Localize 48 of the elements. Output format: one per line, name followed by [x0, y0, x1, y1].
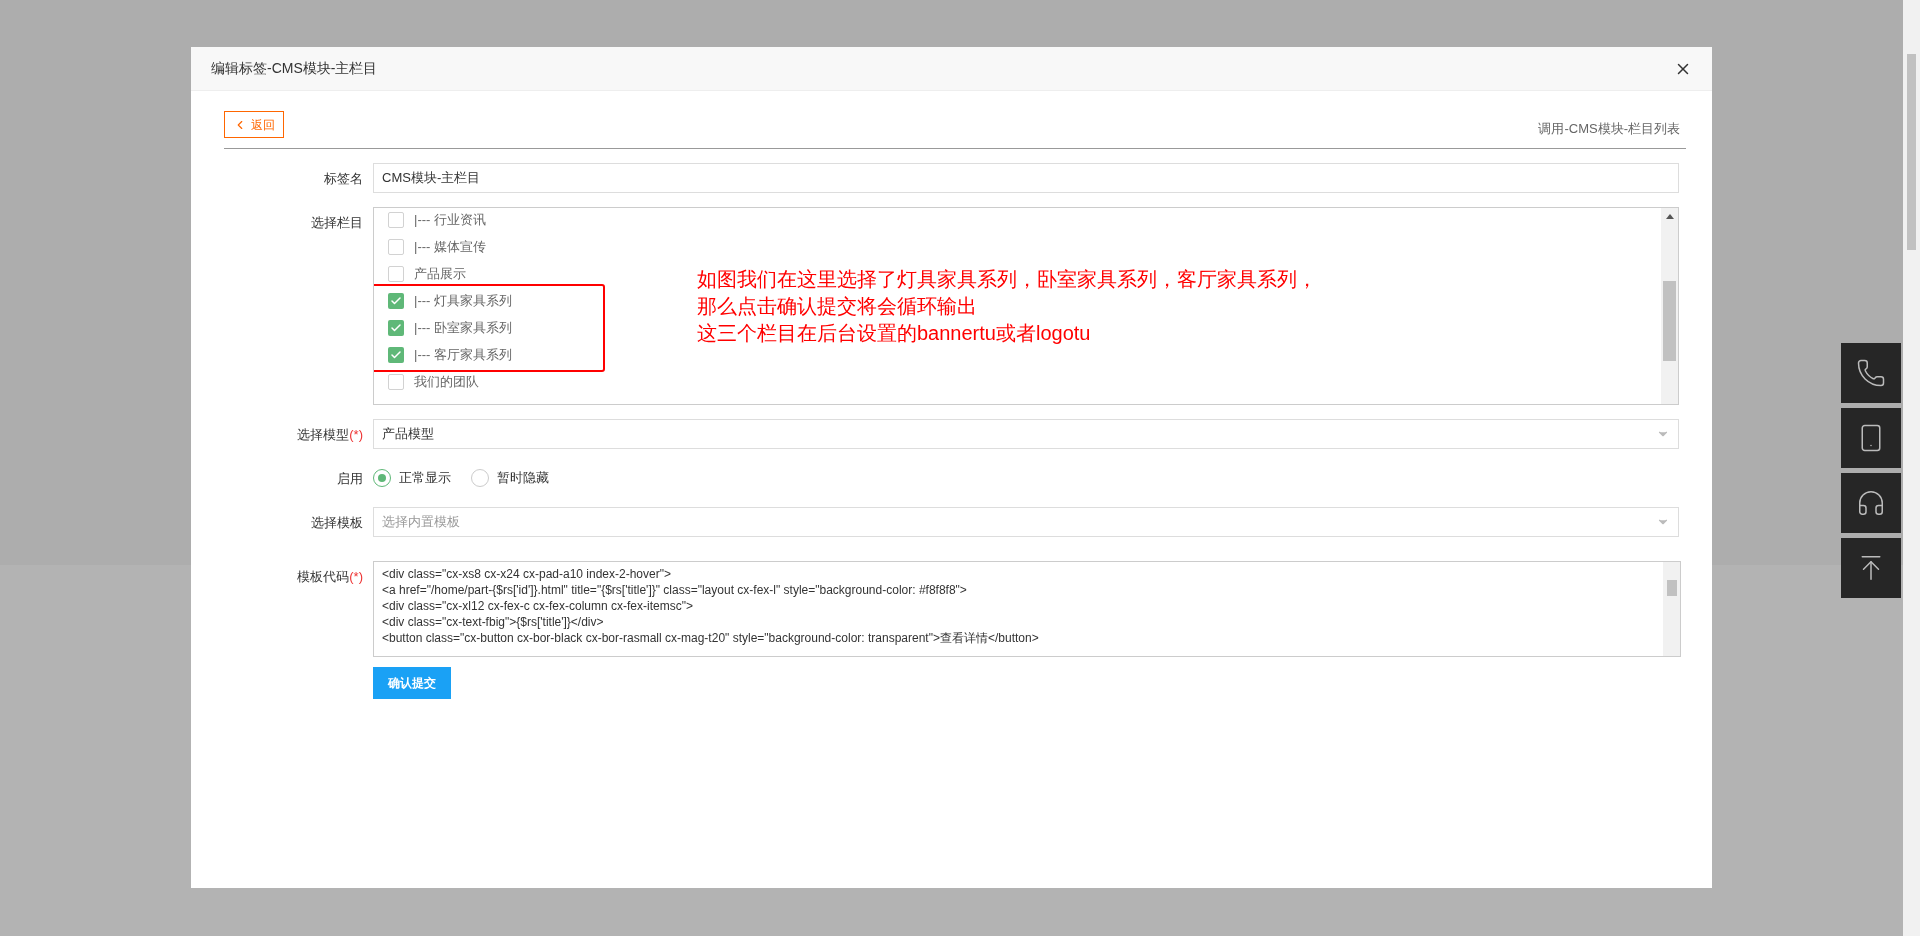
checkbox[interactable] — [388, 266, 404, 282]
checkbox[interactable] — [388, 239, 404, 255]
check-icon — [390, 322, 402, 334]
back-to-top-button[interactable] — [1841, 538, 1901, 598]
phone-icon — [1856, 358, 1886, 388]
page-scrollbar[interactable] — [1903, 0, 1920, 936]
tag-name-field[interactable]: CMS模块-主栏目 — [373, 163, 1679, 193]
code-textarea[interactable] — [373, 561, 1681, 657]
annotation-text: 那么点击确认提交将会循环输出 — [697, 294, 978, 319]
field-label: 选择栏目 — [311, 215, 363, 230]
field-label: 选择模板 — [311, 515, 363, 530]
check-icon — [390, 349, 402, 361]
code-line: <a href="/home/part-{$rs['id']}.html" title="{$rs['title']}" class="layout cx-fex-l" style="background-color: #f8f8f8"> — [382, 582, 968, 598]
mobile-button[interactable] — [1841, 408, 1901, 468]
checkbox[interactable] — [388, 212, 404, 228]
column-name: 我们的团队 — [414, 373, 479, 392]
scroll-up-icon[interactable] — [1665, 214, 1674, 219]
column-name: |--- 卧室家具系列 — [414, 319, 512, 338]
code-line: <div class="cx-xs8 cx-x24 cx-pad-a10 index-2-hover"> — [382, 566, 672, 582]
annotation-text: 如图我们在这里选择了灯具家具系列，卧室家具系列，客厅家具系列， — [697, 267, 1317, 292]
annotation-text: 这三个栏目在后台设置的bannertu或者logotu — [697, 321, 1092, 346]
code-line: <button class="cx-button cx-bor-black cx-bor-rasmall cx-mag-t20" style="background-color: transparent">查看详情</button> — [382, 630, 1040, 646]
field-label: 启用 — [337, 471, 363, 486]
model-select[interactable]: 产品模型 — [373, 419, 1679, 449]
list-link[interactable]: 调用-CMS模块-栏目列表 — [1538, 118, 1686, 138]
checkbox[interactable] — [388, 374, 404, 390]
list-scrollbar[interactable] — [1661, 208, 1678, 404]
support-button[interactable] — [1841, 473, 1901, 533]
checkbox[interactable] — [388, 293, 404, 309]
headset-icon — [1856, 488, 1886, 518]
code-line: <div class="cx-text-fbig">{$rs['title']}</div> — [382, 614, 605, 630]
checkbox[interactable] — [388, 347, 404, 363]
field-label: 标签名 — [324, 171, 363, 186]
dialog-title: 编辑标签-CMS模块-主栏目 — [211, 59, 378, 78]
code-line: <div class="cx-xl12 cx-fex-c cx-fex-column cx-fex-itemsc"> — [382, 598, 694, 614]
column-name: 产品展示 — [414, 265, 466, 284]
column-name: |--- 灯具家具系列 — [414, 292, 512, 311]
field-label: 模板代码(*) — [297, 569, 363, 584]
column-name: |--- 客厅家具系列 — [414, 346, 512, 365]
phone-button[interactable] — [1841, 343, 1901, 403]
code-scrollbar[interactable] — [1663, 562, 1680, 656]
field-label: 选择模型(*) — [297, 427, 363, 442]
radio-option[interactable]: 暂时隐藏 — [471, 468, 549, 488]
check-icon — [390, 295, 402, 307]
checkbox[interactable] — [388, 320, 404, 336]
radio-option[interactable]: 正常显示 — [373, 468, 451, 488]
column-name: |--- 行业资讯 — [414, 211, 486, 230]
column-name: |--- 媒体宣传 — [414, 238, 486, 257]
